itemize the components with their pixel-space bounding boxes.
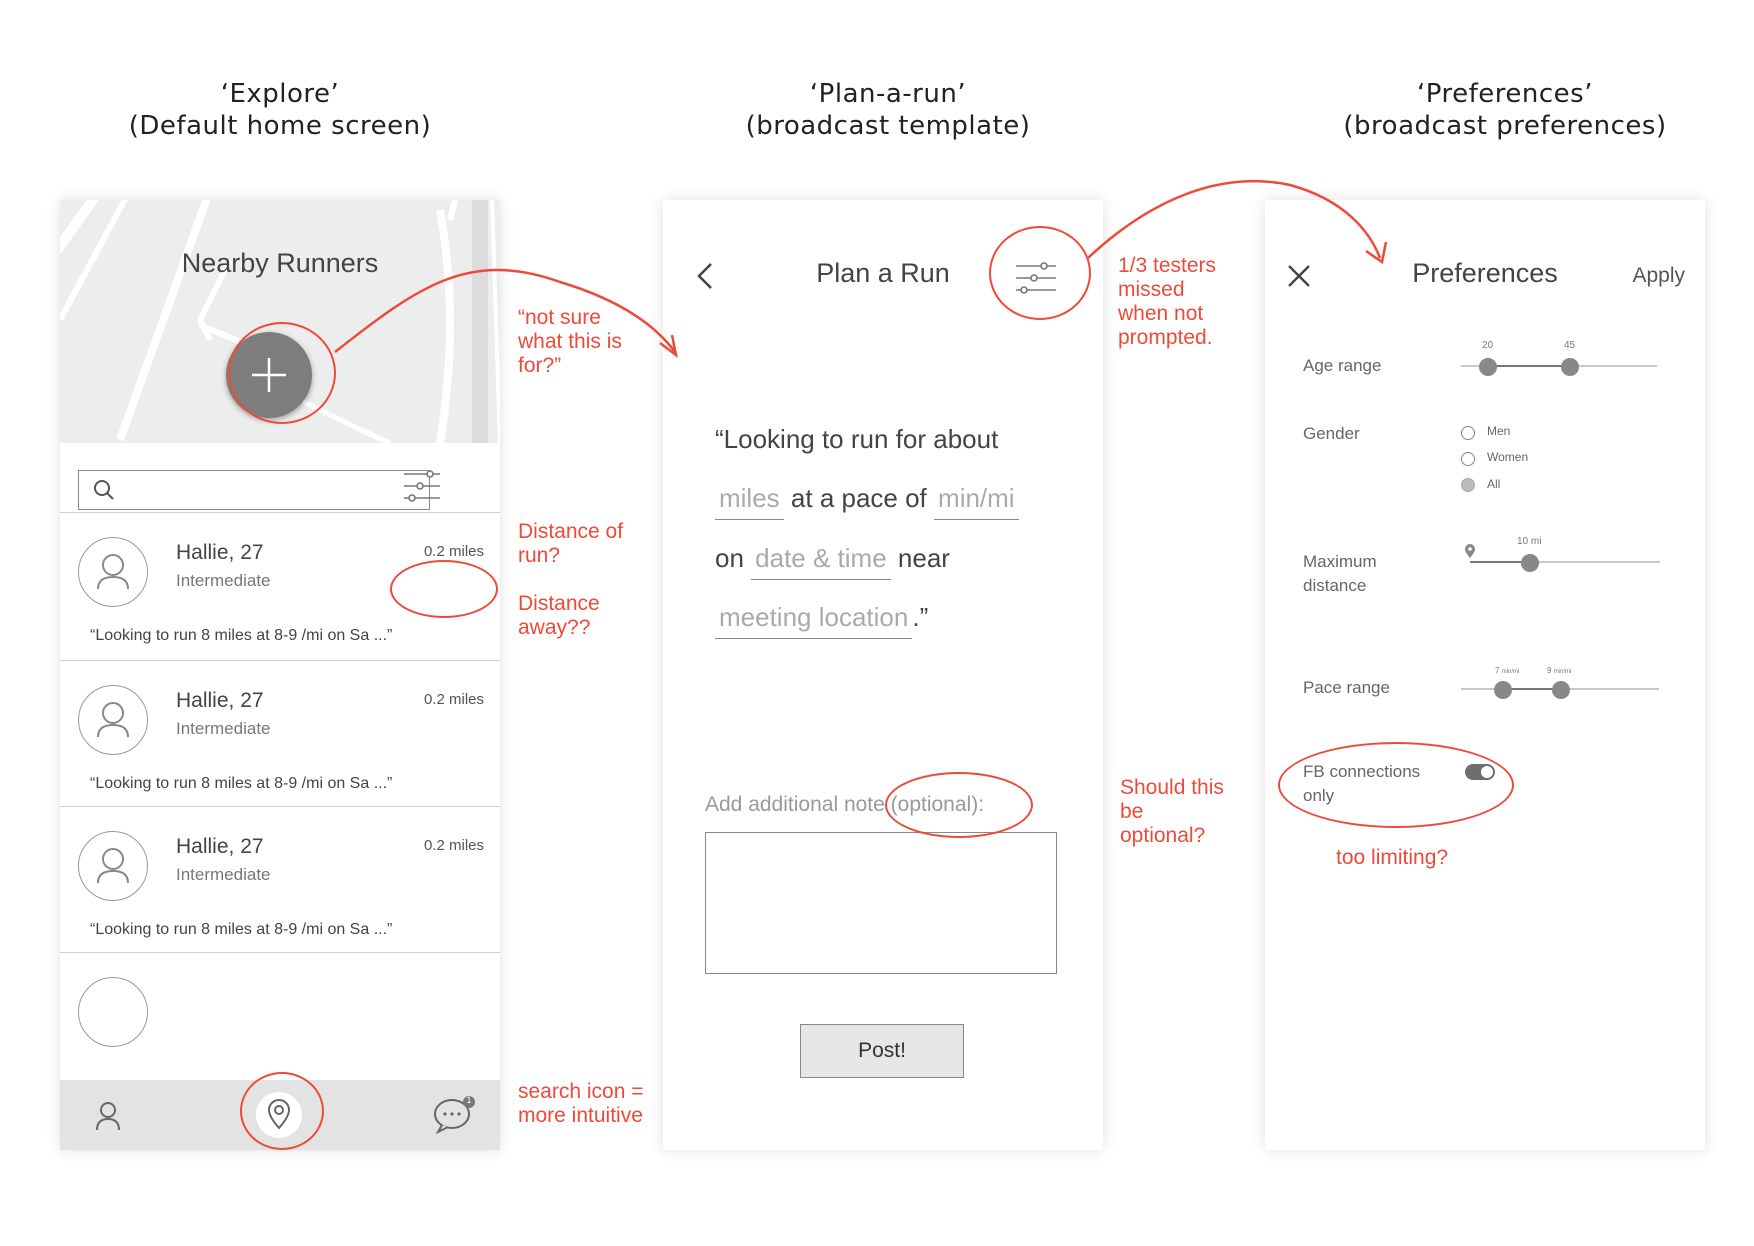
annotation-testers-2: missed bbox=[1118, 278, 1185, 301]
annotation-testers-3: when not bbox=[1118, 302, 1204, 325]
annotation-dist-away-1: Distance bbox=[518, 592, 600, 615]
annotation-too-limiting: too limiting? bbox=[1336, 846, 1449, 869]
annotation-testers: 1/3 testers missed when not prompted. bbox=[1118, 254, 1216, 350]
annotation-distance-run: Distance of run? bbox=[518, 520, 623, 568]
annotation-arrows bbox=[334, 179, 1388, 358]
annotation-ring-optional bbox=[885, 772, 1033, 838]
annotation-optional: Should this be optional? bbox=[1120, 776, 1224, 848]
annotation-search-2: more intuitive bbox=[518, 1104, 643, 1127]
annotation-ring-settings bbox=[989, 226, 1091, 320]
annotation-fab-1: “not sure bbox=[518, 306, 601, 329]
annotation-fab-note: “not sure what this is for?” bbox=[518, 306, 622, 378]
annotation-ring-fb bbox=[1278, 742, 1514, 828]
annotation-fab-3: for?” bbox=[518, 354, 562, 377]
annotation-distance-away: Distance away?? bbox=[518, 592, 600, 640]
annotation-search-1: search icon = bbox=[518, 1080, 644, 1103]
annotation-ring-distance bbox=[390, 560, 498, 618]
annotation-optional-3: optional? bbox=[1120, 824, 1206, 847]
annotation-optional-1: Should this bbox=[1120, 776, 1224, 799]
annotation-dist-away-2: away?? bbox=[518, 616, 591, 639]
annotation-ring-fab bbox=[228, 322, 336, 424]
annotation-testers-1: 1/3 testers bbox=[1118, 254, 1217, 277]
annotation-optional-2: be bbox=[1120, 800, 1144, 823]
annotation-dist-run-1: Distance of bbox=[518, 520, 624, 543]
annotation-dist-run-2: run? bbox=[518, 544, 561, 567]
annotation-ring-tab bbox=[240, 1072, 324, 1150]
annotation-search-icon: search icon = more intuitive bbox=[518, 1080, 644, 1128]
annotation-testers-4: prompted. bbox=[1118, 326, 1213, 349]
annotation-fab-2: what this is bbox=[518, 330, 622, 353]
